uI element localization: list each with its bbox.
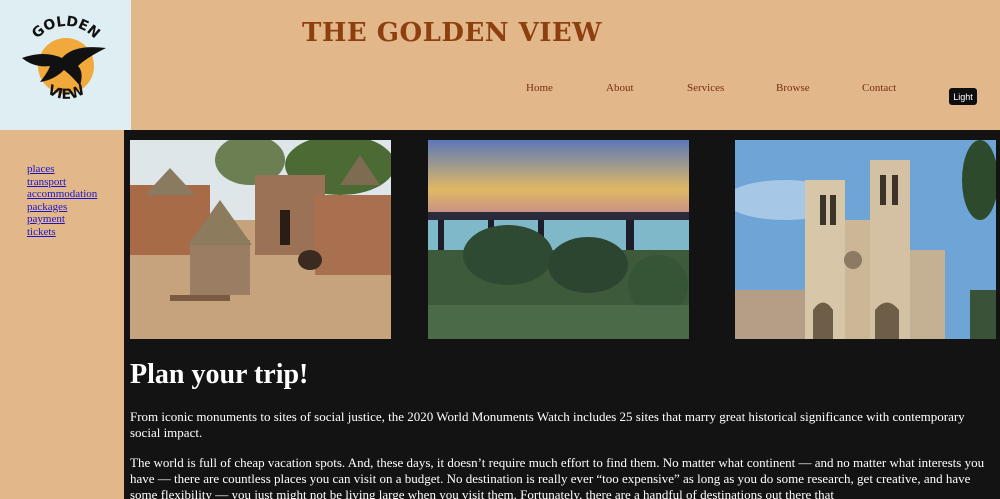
nav-home[interactable]: Home (526, 82, 553, 94)
intro-paragraph: From iconic monuments to sites of social… (130, 409, 965, 440)
sidebar-link-places[interactable]: places (27, 163, 54, 175)
sidebar-links: places transport accommodation packages … (27, 163, 97, 238)
bridge-at-sunset-photo (428, 140, 689, 339)
nav-contact[interactable]: Contact (862, 82, 896, 94)
logo-top-text: GOLDEN (29, 14, 103, 42)
site-title: THE GOLDEN VIEW (302, 18, 602, 48)
body-paragraph: The world is full of cheap vacation spot… (130, 455, 985, 499)
cathedral-photo (735, 140, 996, 339)
logo-emblem: GOLDEN VIEW (22, 14, 106, 103)
svg-text:GOLDEN: GOLDEN (29, 14, 103, 42)
logo[interactable]: GOLDEN VIEW (0, 0, 131, 130)
sidebar-link-transport[interactable]: transport (27, 176, 66, 188)
village-huts-photo (130, 140, 391, 339)
header: THE GOLDEN VIEW Home About Services Brow… (131, 0, 1000, 130)
nav-browse[interactable]: Browse (776, 82, 810, 94)
sidebar-link-accommodation[interactable]: accommodation (27, 188, 97, 200)
sidebar: places transport accommodation packages … (0, 130, 124, 499)
nav-services[interactable]: Services (687, 82, 724, 94)
page-heading: Plan your trip! (130, 359, 309, 390)
sidebar-link-packages[interactable]: packages (27, 201, 67, 213)
main-nav: Home About Services Browse Contact (131, 82, 1000, 98)
theme-toggle-button[interactable]: Light (949, 88, 977, 105)
sidebar-link-tickets[interactable]: tickets (27, 226, 56, 238)
nav-about[interactable]: About (606, 82, 634, 94)
sidebar-link-payment[interactable]: payment (27, 213, 65, 225)
